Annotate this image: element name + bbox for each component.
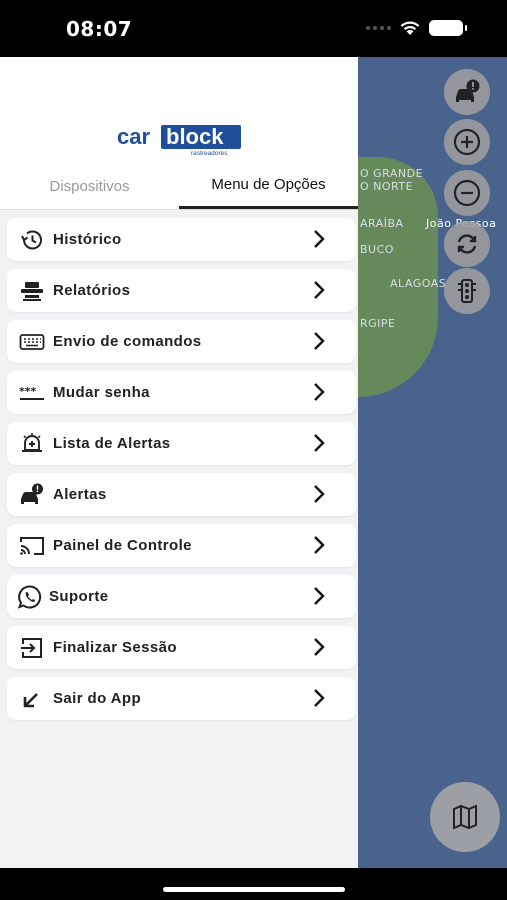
map-label: ARAÍBA bbox=[360, 217, 404, 230]
menu-item-label: Relatórios bbox=[53, 282, 131, 299]
menu-item-alertas[interactable]: Alertas bbox=[7, 473, 356, 516]
chevron-right-icon bbox=[314, 434, 325, 452]
menu-item-lista-alertas[interactable]: Lista de Alertas bbox=[7, 422, 356, 465]
map-label: ALAGOAS bbox=[390, 277, 447, 290]
wifi-icon bbox=[400, 21, 420, 35]
chevron-right-icon bbox=[314, 587, 325, 605]
svg-text:car: car bbox=[117, 124, 150, 149]
chevron-right-icon bbox=[314, 638, 325, 656]
map-type-button[interactable] bbox=[430, 782, 500, 852]
status-icons bbox=[366, 20, 467, 36]
chevron-right-icon bbox=[314, 281, 325, 299]
menu-item-label: Lista de Alertas bbox=[53, 435, 171, 452]
menu-item-mudar-senha[interactable]: *** Mudar senha bbox=[7, 371, 356, 414]
whatsapp-icon bbox=[16, 583, 44, 611]
menu-item-envio-comandos[interactable]: Envio de comandos bbox=[7, 320, 356, 363]
chevron-right-icon bbox=[314, 332, 325, 350]
map-label: O NORTE bbox=[360, 180, 414, 193]
menu-item-painel-controle[interactable]: Painel de Controle bbox=[7, 524, 356, 567]
map-label: RGIPE bbox=[360, 317, 396, 330]
cast-icon bbox=[18, 532, 46, 560]
chevron-right-icon bbox=[314, 485, 325, 503]
car-alert-icon bbox=[456, 79, 480, 102]
refresh-button[interactable] bbox=[444, 221, 490, 267]
menu-item-label: Finalizar Sessão bbox=[53, 639, 177, 656]
menu-item-label: Sair do App bbox=[53, 690, 142, 707]
svg-text:rastreadores: rastreadores bbox=[191, 150, 228, 156]
status-bar: 08:07 bbox=[0, 0, 507, 57]
chevron-right-icon bbox=[314, 383, 325, 401]
alert-list-icon bbox=[18, 430, 46, 458]
refresh-icon bbox=[457, 234, 477, 254]
traffic-light-icon bbox=[458, 279, 476, 303]
chevron-right-icon bbox=[314, 536, 325, 554]
status-time: 08:07 bbox=[66, 17, 133, 41]
menu-item-label: Histórico bbox=[53, 231, 122, 248]
map-view[interactable]: O GRANDE O NORTE ARAÍBA João Pessoa BUCO… bbox=[358, 57, 507, 868]
tab-menu-opcoes[interactable]: Menu de Opções bbox=[179, 163, 358, 209]
password-icon: *** bbox=[18, 379, 46, 407]
options-menu: Histórico Relatórios Envio de comandos *… bbox=[0, 210, 358, 720]
map-icon bbox=[453, 804, 477, 830]
traffic-button[interactable] bbox=[444, 268, 490, 314]
reports-icon bbox=[18, 277, 46, 305]
menu-item-label: Suporte bbox=[49, 588, 109, 605]
zoom-out-button[interactable] bbox=[444, 170, 490, 216]
map-label: O GRANDE bbox=[360, 167, 424, 180]
plus-circle-icon bbox=[453, 128, 481, 156]
tab-dispositivos[interactable]: Dispositivos bbox=[0, 163, 179, 209]
menu-item-sair-app[interactable]: Sair do App bbox=[7, 677, 356, 720]
minus-circle-icon bbox=[453, 179, 481, 207]
menu-item-label: Envio de comandos bbox=[53, 333, 202, 350]
chevron-right-icon bbox=[314, 689, 325, 707]
menu-item-suporte[interactable]: Suporte bbox=[7, 575, 356, 618]
drawer-header: car block rastreadores Dispositivos Menu… bbox=[0, 57, 358, 210]
exit-arrow-icon bbox=[18, 685, 46, 713]
menu-item-historico[interactable]: Histórico bbox=[7, 218, 356, 261]
bottom-bar bbox=[0, 868, 507, 900]
svg-text:***: *** bbox=[19, 385, 37, 398]
car-alert-map-button[interactable] bbox=[444, 69, 490, 115]
zoom-in-button[interactable] bbox=[444, 119, 490, 165]
keyboard-icon bbox=[18, 328, 46, 356]
history-icon bbox=[18, 226, 46, 254]
menu-item-finalizar-sessao[interactable]: Finalizar Sessão bbox=[7, 626, 356, 669]
side-drawer: car block rastreadores Dispositivos Menu… bbox=[0, 57, 358, 868]
menu-item-label: Mudar senha bbox=[53, 384, 150, 401]
battery-icon bbox=[429, 20, 467, 36]
menu-item-relatorios[interactable]: Relatórios bbox=[7, 269, 356, 312]
cellular-signal-icon bbox=[366, 26, 391, 30]
tab-bar: Dispositivos Menu de Opções bbox=[0, 163, 358, 209]
menu-item-label: Alertas bbox=[53, 486, 107, 503]
logout-icon bbox=[18, 634, 46, 662]
map-label: BUCO bbox=[360, 243, 394, 256]
carblock-logo: car block rastreadores bbox=[117, 124, 241, 156]
home-indicator[interactable] bbox=[163, 887, 345, 892]
svg-text:block: block bbox=[166, 124, 224, 149]
menu-item-label: Painel de Controle bbox=[53, 537, 192, 554]
chevron-right-icon bbox=[314, 230, 325, 248]
car-alert-icon bbox=[18, 481, 46, 509]
